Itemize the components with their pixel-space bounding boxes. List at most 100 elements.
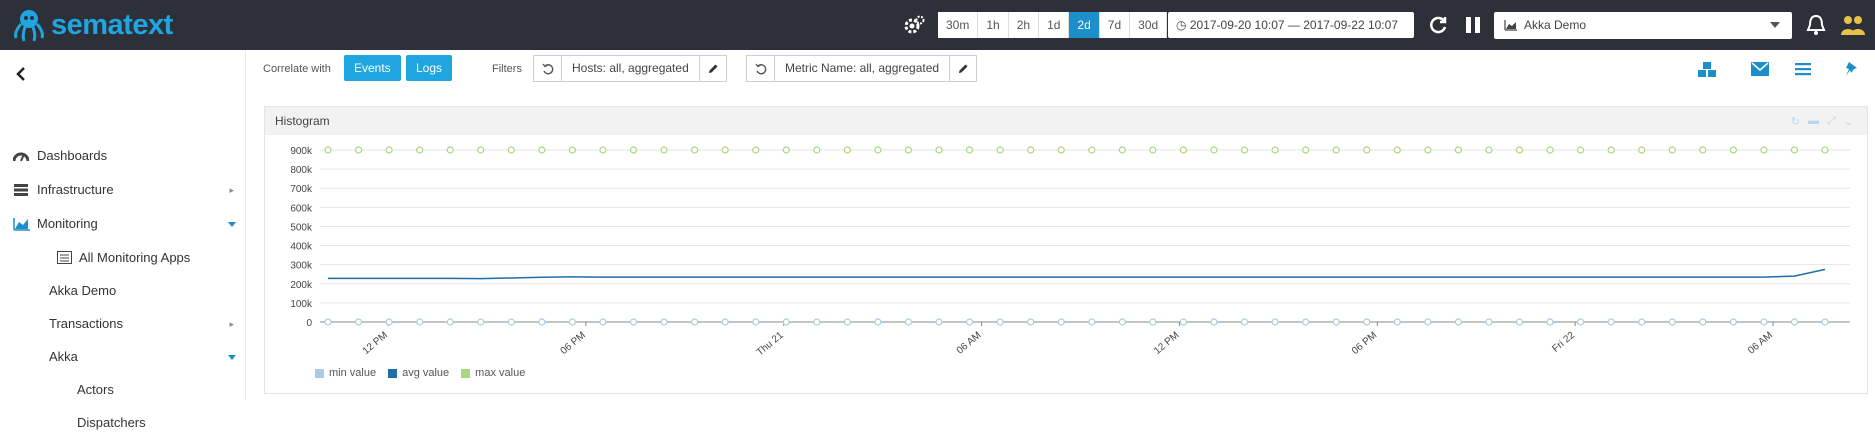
data-point-min-value[interactable] (1454, 318, 1462, 326)
data-point-min-value[interactable] (660, 318, 668, 326)
data-point-min-value[interactable] (1302, 318, 1310, 326)
data-point-max-value[interactable] (538, 146, 546, 154)
data-point-min-value[interactable] (416, 318, 424, 326)
data-point-min-value[interactable] (1729, 318, 1737, 326)
data-point-max-value[interactable] (782, 146, 790, 154)
sidebar-item-monitoring[interactable]: Monitoring (0, 209, 246, 239)
range-2h[interactable]: 2h (1008, 12, 1040, 38)
data-point-min-value[interactable] (1179, 318, 1188, 326)
data-point-min-value[interactable] (843, 318, 851, 326)
data-point-max-value[interactable] (1821, 146, 1829, 154)
data-point-max-value[interactable] (1057, 146, 1065, 154)
data-point-max-value[interactable] (1668, 146, 1676, 154)
data-point-max-value[interactable] (843, 146, 851, 154)
data-point-max-value[interactable] (629, 146, 638, 154)
metric-filter[interactable]: Metric Name: all, aggregated (746, 55, 978, 82)
data-point-min-value[interactable] (324, 318, 332, 326)
data-point-max-value[interactable] (660, 146, 668, 154)
data-point-max-value[interactable] (1576, 146, 1585, 154)
data-point-max-value[interactable] (1729, 146, 1737, 154)
data-point-min-value[interactable] (538, 318, 546, 326)
data-point-max-value[interactable] (1088, 146, 1096, 154)
data-point-min-value[interactable] (446, 318, 454, 326)
data-point-max-value[interactable] (568, 146, 577, 154)
pencil-icon[interactable] (700, 56, 726, 81)
data-point-min-value[interactable] (477, 318, 485, 326)
data-point-min-value[interactable] (813, 318, 821, 326)
data-point-min-value[interactable] (1027, 318, 1035, 326)
legend-min[interactable]: min value (315, 367, 376, 379)
data-point-min-value[interactable] (752, 318, 760, 326)
data-point-min-value[interactable] (354, 318, 363, 326)
data-point-max-value[interactable] (904, 146, 913, 154)
data-point-min-value[interactable] (691, 318, 699, 326)
data-point-max-value[interactable] (1515, 146, 1524, 154)
undo-icon[interactable] (747, 56, 775, 81)
events-button[interactable]: Events (344, 55, 401, 81)
bell-icon[interactable] (1805, 13, 1827, 37)
data-point-max-value[interactable] (1271, 146, 1279, 154)
data-point-max-value[interactable] (996, 146, 1004, 154)
data-point-min-value[interactable] (1118, 318, 1126, 326)
gears-icon[interactable] (903, 14, 925, 36)
host-filter[interactable]: Hosts: all, aggregated (533, 55, 727, 82)
sidebar-item-dispatchers[interactable]: Dispatchers (0, 408, 246, 438)
data-point-min-value[interactable] (507, 318, 515, 326)
data-point-min-value[interactable] (996, 318, 1004, 326)
data-point-max-value[interactable] (1424, 146, 1432, 154)
sidebar-item-all-monitoring-apps[interactable]: All Monitoring Apps (0, 243, 246, 273)
data-point-min-value[interactable] (1210, 318, 1218, 326)
sidebar-item-infrastructure[interactable]: Infrastructure ▸ (0, 175, 246, 205)
sidebar-item-transactions[interactable]: Transactions ▸ (0, 309, 246, 339)
date-range-picker[interactable]: ◷ 2017-09-20 10:07 — 2017-09-22 10:07 (1168, 12, 1414, 38)
data-point-max-value[interactable] (813, 146, 821, 154)
pin-icon[interactable] (1845, 61, 1859, 77)
sidebar-item-actors[interactable]: Actors (0, 375, 246, 405)
data-point-max-value[interactable] (1790, 146, 1799, 154)
data-point-min-value[interactable] (721, 318, 729, 326)
sidebar-item-akka[interactable]: Akka (0, 342, 246, 372)
data-point-max-value[interactable] (1363, 146, 1371, 154)
range-30d[interactable]: 30d (1130, 12, 1168, 38)
range-7d[interactable]: 7d (1099, 12, 1131, 38)
data-point-max-value[interactable] (416, 146, 424, 154)
legend-max[interactable]: max value (461, 367, 525, 379)
data-point-max-value[interactable] (1454, 146, 1462, 154)
data-point-max-value[interactable] (324, 146, 332, 154)
data-point-min-value[interactable] (1699, 318, 1707, 326)
envelope-icon[interactable] (1751, 62, 1769, 76)
data-point-min-value[interactable] (1363, 318, 1371, 326)
data-point-max-value[interactable] (385, 146, 393, 154)
data-point-max-value[interactable] (1240, 146, 1249, 154)
data-point-min-value[interactable] (385, 318, 393, 326)
data-point-min-value[interactable] (1668, 318, 1676, 326)
data-point-min-value[interactable] (1240, 318, 1249, 326)
data-point-min-value[interactable] (1424, 318, 1432, 326)
data-point-min-value[interactable] (1821, 318, 1829, 326)
data-point-max-value[interactable] (1179, 146, 1188, 154)
data-point-max-value[interactable] (1760, 146, 1768, 154)
data-point-max-value[interactable] (935, 146, 943, 154)
data-point-min-value[interactable] (965, 318, 974, 326)
data-point-min-value[interactable] (1576, 318, 1585, 326)
data-point-max-value[interactable] (1607, 146, 1615, 154)
refresh-icon[interactable] (1427, 14, 1449, 36)
range-2d[interactable]: 2d (1069, 12, 1100, 38)
cubes-icon[interactable] (1697, 61, 1719, 79)
data-point-max-value[interactable] (721, 146, 729, 154)
data-point-min-value[interactable] (1760, 318, 1768, 326)
data-point-max-value[interactable] (1332, 146, 1340, 154)
data-point-max-value[interactable] (1027, 146, 1035, 154)
data-point-max-value[interactable] (354, 146, 363, 154)
data-point-max-value[interactable] (1485, 146, 1493, 154)
data-point-min-value[interactable] (1088, 318, 1096, 326)
data-point-max-value[interactable] (691, 146, 699, 154)
data-point-min-value[interactable] (935, 318, 943, 326)
data-point-max-value[interactable] (874, 146, 882, 154)
data-point-min-value[interactable] (1485, 318, 1493, 326)
users-icon[interactable] (1840, 13, 1866, 37)
data-point-max-value[interactable] (477, 146, 485, 154)
pencil-icon[interactable] (950, 56, 976, 81)
data-point-min-value[interactable] (1332, 318, 1340, 326)
data-point-max-value[interactable] (1393, 146, 1401, 154)
